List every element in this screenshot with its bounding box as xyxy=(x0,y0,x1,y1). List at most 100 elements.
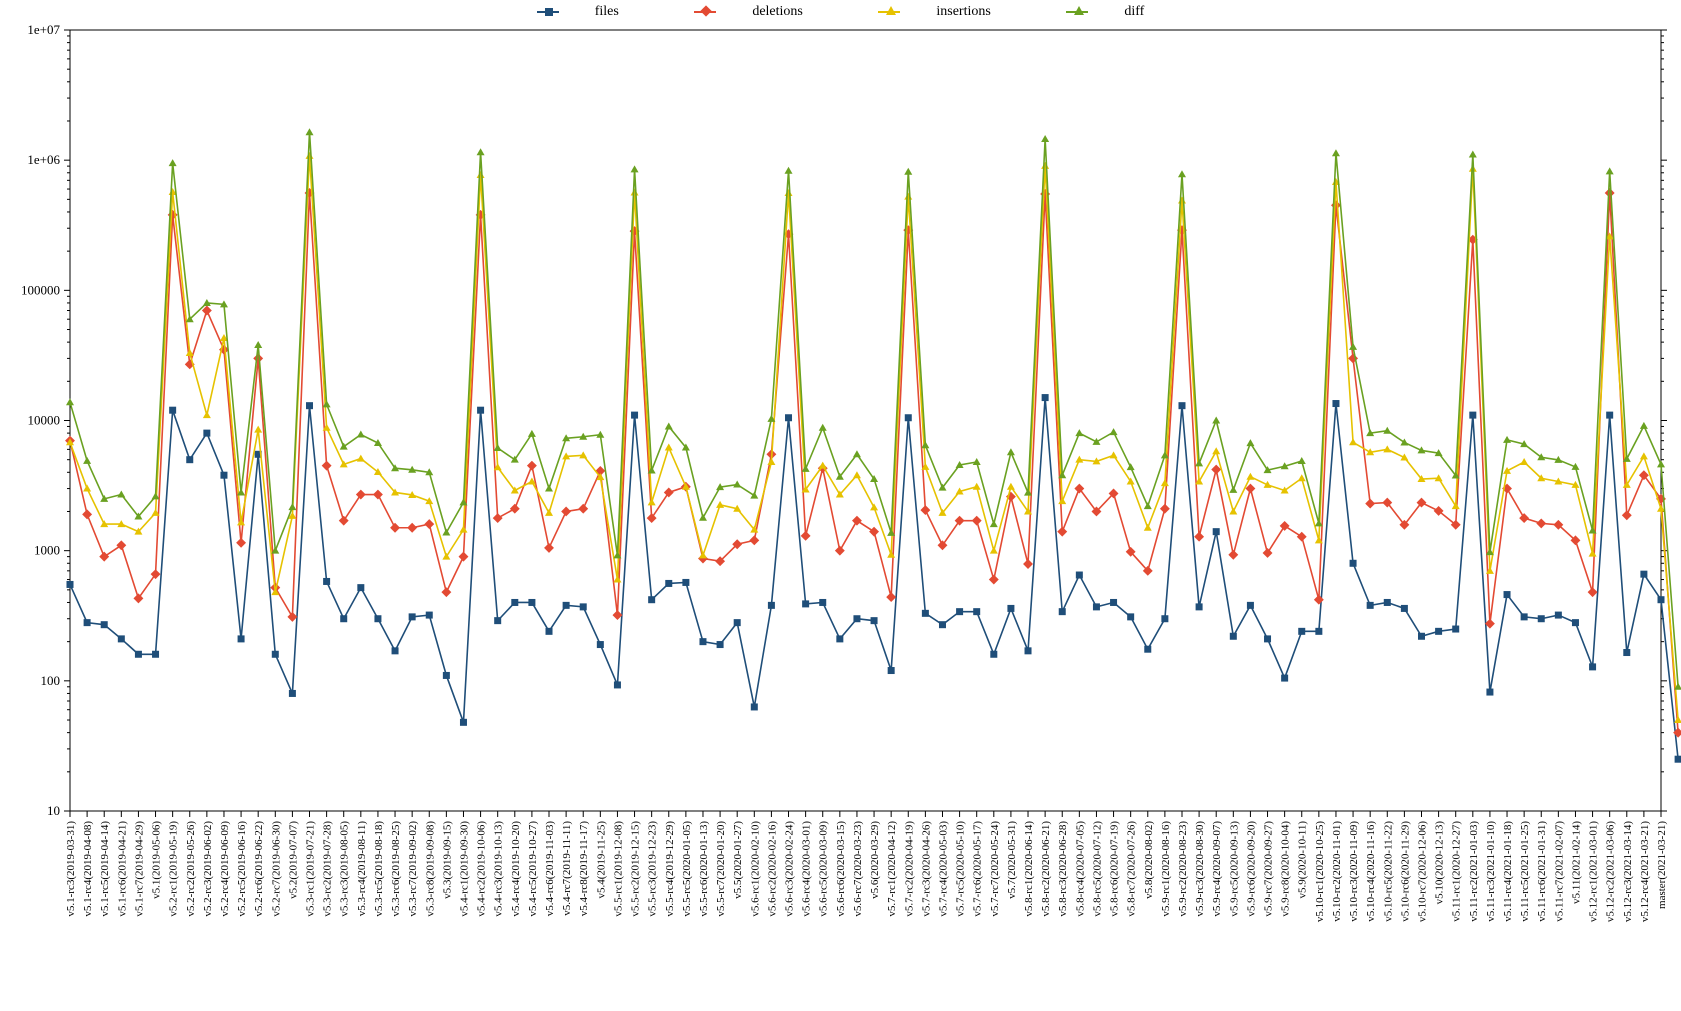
svg-text:100: 100 xyxy=(41,673,61,688)
svg-text:v5.11-rc5(2021-01-25): v5.11-rc5(2021-01-25) xyxy=(1519,821,1531,922)
svg-text:10000: 10000 xyxy=(28,413,61,428)
svg-text:v5.7-rc1(2020-04-12): v5.7-rc1(2020-04-12) xyxy=(886,821,898,917)
svg-text:v5.8-rc5(2020-07-12): v5.8-rc5(2020-07-12) xyxy=(1091,821,1103,917)
svg-text:v5.5-rc4(2019-12-29): v5.5-rc4(2019-12-29) xyxy=(664,821,676,917)
svg-text:v5.7-rc3(2020-04-26): v5.7-rc3(2020-04-26) xyxy=(920,821,932,917)
svg-text:v5.1-rc7(2019-04-29): v5.1-rc7(2019-04-29) xyxy=(133,821,145,917)
svg-text:v5.9-rc7(2020-09-27): v5.9-rc7(2020-09-27) xyxy=(1263,821,1275,917)
svg-text:v5.5-rc5(2020-01-05): v5.5-rc5(2020-01-05) xyxy=(681,821,693,917)
svg-text:v5.9-rc6(2020-09-20): v5.9-rc6(2020-09-20) xyxy=(1245,821,1257,917)
svg-text:v5.2(2019-07-07): v5.2(2019-07-07) xyxy=(287,821,299,899)
svg-text:v5.9-rc8(2020-10-04): v5.9-rc8(2020-10-04) xyxy=(1280,821,1292,917)
svg-text:v5.5-rc1(2019-12-08): v5.5-rc1(2019-12-08) xyxy=(612,821,624,917)
svg-text:v5.8-rc1(2020-06-14): v5.8-rc1(2020-06-14) xyxy=(1023,821,1035,917)
svg-text:v5.10-rc6(2020-11-29): v5.10-rc6(2020-11-29) xyxy=(1399,821,1411,922)
svg-text:v5.12-rc3(2021-03-14): v5.12-rc3(2021-03-14) xyxy=(1622,821,1634,922)
svg-text:10: 10 xyxy=(47,803,60,818)
svg-text:v5.1-rc4(2019-04-08): v5.1-rc4(2019-04-08) xyxy=(82,821,94,917)
svg-text:v5.11-rc4(2021-01-18): v5.11-rc4(2021-01-18) xyxy=(1502,821,1514,922)
svg-text:v5.1-rc5(2019-04-14): v5.1-rc5(2019-04-14) xyxy=(99,821,111,917)
svg-text:v5.10-rc2(2020-11-01): v5.10-rc2(2020-11-01) xyxy=(1331,821,1343,922)
svg-text:v5.3-rc3(2019-08-05): v5.3-rc3(2019-08-05) xyxy=(339,821,351,917)
svg-text:v5.4-rc7(2019-11-11): v5.4-rc7(2019-11-11) xyxy=(561,821,573,916)
svg-text:v5.8-rc4(2020-07-05): v5.8-rc4(2020-07-05) xyxy=(1074,821,1086,917)
svg-text:v5.7-rc2(2020-04-19): v5.7-rc2(2020-04-19) xyxy=(903,821,915,917)
svg-text:v5.3(2019-09-15): v5.3(2019-09-15) xyxy=(441,821,453,899)
svg-text:v5.12-rc2(2021-03-06): v5.12-rc2(2021-03-06) xyxy=(1605,821,1617,922)
svg-text:v5.4(2019-11-25): v5.4(2019-11-25) xyxy=(595,821,607,899)
svg-text:v5.4-rc5(2019-10-27): v5.4-rc5(2019-10-27) xyxy=(527,821,539,917)
svg-text:v5.2-rc6(2019-06-22): v5.2-rc6(2019-06-22) xyxy=(253,821,265,917)
svg-text:v5.8(2020-08-02): v5.8(2020-08-02) xyxy=(1143,821,1155,899)
svg-text:v5.3-rc1(2019-07-21): v5.3-rc1(2019-07-21) xyxy=(305,821,317,917)
svg-text:v5.6-rc7(2020-03-23): v5.6-rc7(2020-03-23) xyxy=(852,821,864,917)
svg-text:v5.3-rc4(2019-08-11): v5.3-rc4(2019-08-11) xyxy=(356,821,368,917)
svg-text:v5.11(2021-02-14): v5.11(2021-02-14) xyxy=(1570,821,1582,904)
svg-text:v5.3-rc8(2019-09-08): v5.3-rc8(2019-09-08) xyxy=(424,821,436,917)
svg-text:master(2021-03-21): master(2021-03-21) xyxy=(1656,821,1668,909)
svg-text:v5.2-rc5(2019-06-16): v5.2-rc5(2019-06-16) xyxy=(236,821,248,917)
svg-text:v5.11-rc6(2021-01-31): v5.11-rc6(2021-01-31) xyxy=(1536,821,1548,922)
svg-text:v5.3-rc2(2019-07-28): v5.3-rc2(2019-07-28) xyxy=(322,821,334,917)
svg-text:1e+06: 1e+06 xyxy=(27,152,60,167)
svg-text:v5.8-rc7(2020-07-26): v5.8-rc7(2020-07-26) xyxy=(1126,821,1138,917)
chart-svg: 101001000100001000001e+061e+07v5.1-rc3(2… xyxy=(0,0,1681,1011)
svg-text:v5.1(2019-05-06): v5.1(2019-05-06) xyxy=(151,821,163,899)
svg-text:v5.4-rc3(2019-10-13): v5.4-rc3(2019-10-13) xyxy=(493,821,505,917)
svg-text:v5.3-rc6(2019-08-25): v5.3-rc6(2019-08-25) xyxy=(390,821,402,917)
svg-text:v5.10-rc5(2020-11-22): v5.10-rc5(2020-11-22) xyxy=(1382,821,1394,922)
svg-text:v5.10-rc4(2020-11-16): v5.10-rc4(2020-11-16) xyxy=(1365,821,1377,922)
svg-text:v5.8-rc2(2020-06-21): v5.8-rc2(2020-06-21) xyxy=(1040,821,1052,917)
svg-text:v5.10-rc1(2020-10-25): v5.10-rc1(2020-10-25) xyxy=(1314,821,1326,922)
svg-text:v5.6-rc3(2020-02-24): v5.6-rc3(2020-02-24) xyxy=(784,821,796,917)
svg-text:v5.6-rc1(2020-02-10): v5.6-rc1(2020-02-10) xyxy=(749,821,761,917)
svg-text:v5.5-rc6(2020-01-13): v5.5-rc6(2020-01-13) xyxy=(698,821,710,917)
svg-text:v5.9-rc4(2020-09-07): v5.9-rc4(2020-09-07) xyxy=(1211,821,1223,917)
svg-text:v5.10(2020-12-13): v5.10(2020-12-13) xyxy=(1434,821,1446,905)
svg-text:v5.11-rc3(2021-01-10): v5.11-rc3(2021-01-10) xyxy=(1485,821,1497,922)
svg-text:v5.4-rc1(2019-09-30): v5.4-rc1(2019-09-30) xyxy=(458,821,470,917)
svg-text:v5.8-rc3(2020-06-28): v5.8-rc3(2020-06-28) xyxy=(1057,821,1069,917)
svg-text:v5.8-rc6(2020-07-19): v5.8-rc6(2020-07-19) xyxy=(1109,821,1121,917)
svg-text:v5.9-rc2(2020-08-23): v5.9-rc2(2020-08-23) xyxy=(1177,821,1189,917)
svg-text:v5.11-rc7(2021-02-07): v5.11-rc7(2021-02-07) xyxy=(1553,821,1565,922)
svg-text:v5.11-rc1(2020-12-27): v5.11-rc1(2020-12-27) xyxy=(1451,821,1463,922)
svg-text:v5.12-rc4(2021-03-21): v5.12-rc4(2021-03-21) xyxy=(1639,821,1651,922)
svg-text:v5.7-rc6(2020-05-17): v5.7-rc6(2020-05-17) xyxy=(972,821,984,917)
svg-text:v5.4-rc4(2019-10-20): v5.4-rc4(2019-10-20) xyxy=(510,821,522,917)
svg-text:1e+07: 1e+07 xyxy=(27,22,60,37)
svg-text:v5.12-rc1(2021-03-01): v5.12-rc1(2021-03-01) xyxy=(1588,821,1600,922)
svg-text:v5.11-rc2(2021-01-03): v5.11-rc2(2021-01-03) xyxy=(1468,821,1480,922)
svg-text:v5.4-rc2(2019-10-06): v5.4-rc2(2019-10-06) xyxy=(476,821,488,917)
svg-text:v5.9-rc3(2020-08-30): v5.9-rc3(2020-08-30) xyxy=(1194,821,1206,917)
svg-text:v5.5-rc7(2020-01-20): v5.5-rc7(2020-01-20) xyxy=(715,821,727,917)
chart-container: files deletions insertions diff 10100100… xyxy=(0,0,1681,1011)
svg-text:v5.7-rc5(2020-05-10): v5.7-rc5(2020-05-10) xyxy=(955,821,967,917)
svg-text:v5.9-rc5(2020-09-13): v5.9-rc5(2020-09-13) xyxy=(1228,821,1240,917)
svg-text:v5.1-rc6(2019-04-21): v5.1-rc6(2019-04-21) xyxy=(116,821,128,917)
svg-text:v5.9(2020-10-11): v5.9(2020-10-11) xyxy=(1297,821,1309,899)
svg-text:v5.3-rc7(2019-09-02): v5.3-rc7(2019-09-02) xyxy=(407,821,419,917)
svg-text:v5.7-rc4(2020-05-03): v5.7-rc4(2020-05-03) xyxy=(937,821,949,917)
svg-text:v5.2-rc3(2019-06-02): v5.2-rc3(2019-06-02) xyxy=(202,821,214,917)
svg-text:v5.2-rc1(2019-05-19): v5.2-rc1(2019-05-19) xyxy=(168,821,180,917)
svg-text:v5.6(2020-03-29): v5.6(2020-03-29) xyxy=(869,821,881,899)
svg-text:v5.9-rc1(2020-08-16): v5.9-rc1(2020-08-16) xyxy=(1160,821,1172,917)
svg-text:v5.2-rc2(2019-05-26): v5.2-rc2(2019-05-26) xyxy=(185,821,197,917)
svg-text:v5.5-rc2(2019-12-15): v5.5-rc2(2019-12-15) xyxy=(630,821,642,917)
svg-text:v5.5-rc3(2019-12-23): v5.5-rc3(2019-12-23) xyxy=(647,821,659,917)
svg-text:v5.10-rc7(2020-12-06): v5.10-rc7(2020-12-06) xyxy=(1416,821,1428,922)
svg-text:v5.4-rc6(2019-11-03): v5.4-rc6(2019-11-03) xyxy=(544,821,556,917)
svg-text:v5.4-rc8(2019-11-17): v5.4-rc8(2019-11-17) xyxy=(578,821,590,917)
svg-text:v5.7-rc7(2020-05-24): v5.7-rc7(2020-05-24) xyxy=(989,821,1001,917)
svg-text:v5.2-rc7(2019-06-30): v5.2-rc7(2019-06-30) xyxy=(270,821,282,917)
svg-text:v5.7(2020-05-31): v5.7(2020-05-31) xyxy=(1006,821,1018,899)
svg-text:v5.6-rc6(2020-03-15): v5.6-rc6(2020-03-15) xyxy=(835,821,847,917)
svg-text:v5.3-rc5(2019-08-18): v5.3-rc5(2019-08-18) xyxy=(373,821,385,917)
svg-text:100000: 100000 xyxy=(21,282,60,297)
svg-text:v5.6-rc4(2020-03-01): v5.6-rc4(2020-03-01) xyxy=(801,821,813,917)
svg-text:v5.6-rc2(2020-02-16): v5.6-rc2(2020-02-16) xyxy=(766,821,778,917)
svg-text:v5.6-rc5(2020-03-09): v5.6-rc5(2020-03-09) xyxy=(818,821,830,917)
svg-text:v5.10-rc3(2020-11-09): v5.10-rc3(2020-11-09) xyxy=(1348,821,1360,922)
svg-text:v5.1-rc3(2019-03-31): v5.1-rc3(2019-03-31) xyxy=(65,821,77,917)
